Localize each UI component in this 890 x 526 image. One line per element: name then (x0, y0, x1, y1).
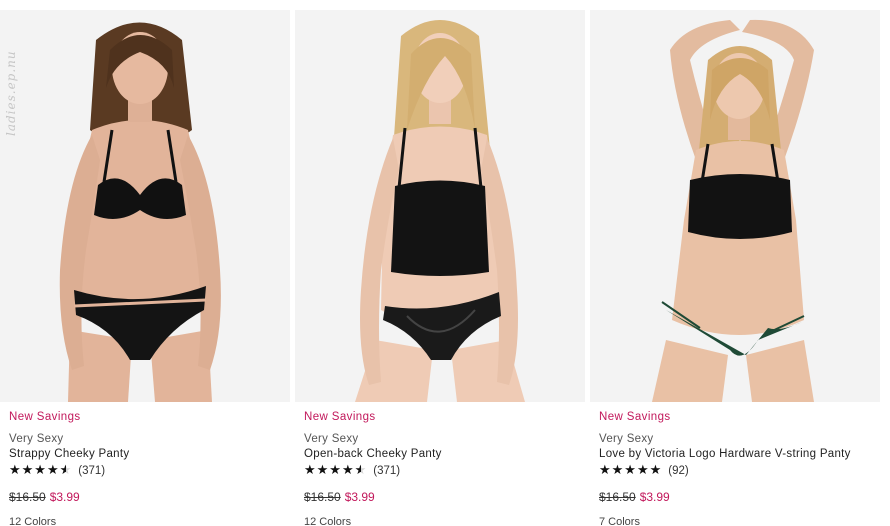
color-count: 12 Colors (304, 516, 352, 526)
star-rating-icon: ★★★★★ ★★★★★ (9, 463, 73, 478)
product-card[interactable]: New Savings Very Sexy Love by Victoria L… (590, 10, 880, 526)
product-rating[interactable]: ★★★★★ ★★★★★ (92) (599, 463, 879, 478)
price-row: $16.50 $3.99 (599, 490, 879, 504)
new-savings-badge: New Savings (9, 411, 81, 423)
product-brand: Very Sexy (599, 433, 654, 445)
sale-price: $3.99 (344, 490, 375, 504)
color-count: 7 Colors (599, 516, 640, 526)
color-count: 12 Colors (9, 516, 57, 526)
product-grid: ladies.ep.nu New Savings Very Sexy Strap… (0, 10, 890, 526)
product-info: New Savings Very Sexy Love by Victoria L… (599, 410, 879, 526)
watermark-text: ladies.ep.nu (4, 50, 18, 136)
product-image[interactable] (590, 10, 880, 402)
star-rating-icon: ★★★★★ ★★★★★ (304, 463, 368, 478)
review-count: (92) (668, 464, 689, 477)
product-card[interactable]: New Savings Very Sexy Open-back Cheeky P… (295, 10, 585, 526)
star-rating-icon: ★★★★★ ★★★★★ (599, 463, 663, 478)
product-brand: Very Sexy (304, 433, 359, 445)
product-rating[interactable]: ★★★★★ ★★★★★ (371) (9, 463, 289, 478)
new-savings-badge: New Savings (304, 411, 376, 423)
original-price: $16.50 (304, 490, 341, 504)
product-image[interactable] (295, 10, 585, 402)
model-figure-image (590, 10, 880, 402)
product-card[interactable]: ladies.ep.nu New Savings Very Sexy Strap… (0, 10, 290, 526)
product-name-link[interactable]: Open-back Cheeky Panty (304, 447, 584, 461)
new-savings-badge: New Savings (599, 411, 671, 423)
product-image[interactable]: ladies.ep.nu (0, 10, 290, 402)
product-brand: Very Sexy (9, 433, 64, 445)
review-count: (371) (78, 464, 106, 477)
price-row: $16.50 $3.99 (304, 490, 584, 504)
model-figure-image (0, 10, 290, 402)
original-price: $16.50 (9, 490, 46, 504)
model-figure-image (295, 10, 585, 402)
product-rating[interactable]: ★★★★★ ★★★★★ (371) (304, 463, 584, 478)
product-name-link[interactable]: Strappy Cheeky Panty (9, 447, 289, 461)
original-price: $16.50 (599, 490, 636, 504)
product-info: New Savings Very Sexy Strappy Cheeky Pan… (9, 410, 289, 526)
product-name-link[interactable]: Love by Victoria Logo Hardware V-string … (599, 447, 879, 461)
sale-price: $3.99 (49, 490, 80, 504)
review-count: (371) (373, 464, 401, 477)
sale-price: $3.99 (639, 490, 670, 504)
price-row: $16.50 $3.99 (9, 490, 289, 504)
product-info: New Savings Very Sexy Open-back Cheeky P… (304, 410, 584, 526)
